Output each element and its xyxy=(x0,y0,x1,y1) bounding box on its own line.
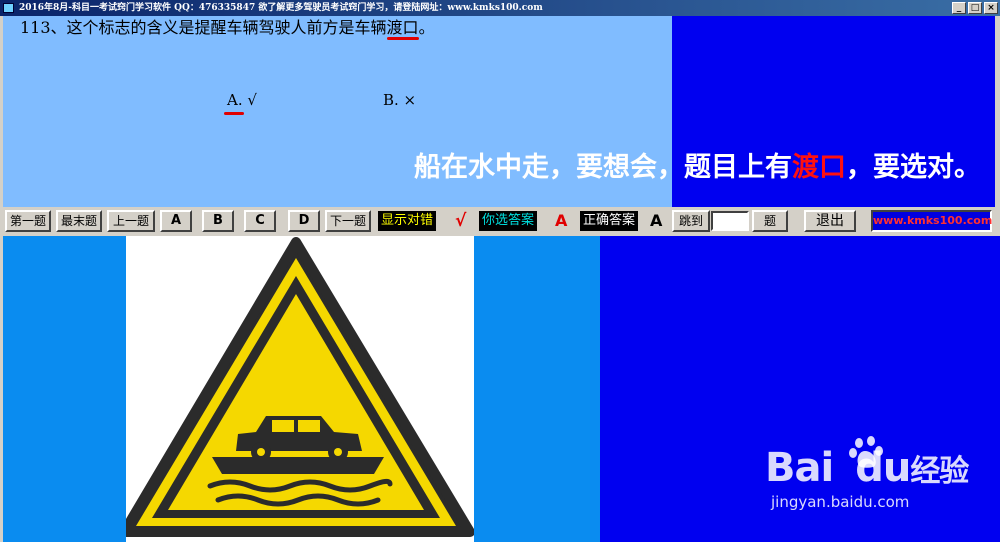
result-mark: √ xyxy=(455,211,467,231)
baidu-watermark: Bai du经验 jingyan.baidu.com xyxy=(765,435,985,515)
boat-hull-icon xyxy=(212,457,384,474)
window-controls: _ □ × xyxy=(952,2,998,14)
answer-b-button[interactable]: B xyxy=(202,210,234,232)
question-text-after: 。 xyxy=(418,18,435,37)
option-a-underline xyxy=(224,112,244,115)
your-answer-label: 你选答案 xyxy=(479,211,538,231)
jump-button[interactable]: 跳到 xyxy=(672,210,710,232)
close-button[interactable]: × xyxy=(984,2,998,14)
last-question-button[interactable]: 最末题 xyxy=(56,210,102,232)
your-answer-value: A xyxy=(555,211,568,230)
question-keyword: 渡口 xyxy=(386,18,419,37)
toolbar: 第一题 最末题 上一题 A B C D 下一题 显示对错 √ 你选答案 A 正确… xyxy=(0,207,1000,235)
previous-question-button[interactable]: 上一题 xyxy=(107,210,155,232)
middle-blue-block xyxy=(474,236,600,542)
app-icon xyxy=(3,3,14,13)
jump-number-input[interactable] xyxy=(711,211,749,231)
correct-answer-label: 正确答案 xyxy=(580,211,639,231)
show-result-label: 显示对错 xyxy=(378,211,437,231)
option-b[interactable]: B. × xyxy=(383,91,416,109)
answer-a-button[interactable]: A xyxy=(160,210,192,232)
baidu-logo: Bai du经验 xyxy=(765,445,969,491)
baidu-logo-tail: du xyxy=(855,445,911,491)
first-question-button[interactable]: 第一题 xyxy=(5,210,51,232)
question-text: 113、这个标志的含义是提醒车辆驾驶人前方是车辆渡口。 xyxy=(20,16,435,40)
correct-answer-value: A xyxy=(650,211,663,230)
sign-image-panel xyxy=(126,236,474,542)
question-text-before: 113、这个标志的含义是提醒车辆驾驶人前方是车辆 xyxy=(20,18,387,37)
title-bar: 2016年8月-科目一考试窍门学习软件 QQ：476335847 欲了解更多驾驶… xyxy=(0,0,1000,16)
answer-d-button[interactable]: D xyxy=(288,210,320,232)
left-blue-block xyxy=(3,236,126,542)
site-link[interactable]: www.kmks100.com xyxy=(871,210,992,232)
answer-c-button[interactable]: C xyxy=(244,210,276,232)
exit-button[interactable]: 退出 xyxy=(804,210,856,232)
ferry-warning-sign xyxy=(126,237,474,537)
window-title: 2016年8月-科目一考试窍门学习软件 QQ：476335847 欲了解更多驾驶… xyxy=(19,3,543,13)
mnemonic-after: ，要选对。 xyxy=(846,152,981,183)
baidu-url: jingyan.baidu.com xyxy=(771,493,910,511)
baidu-logo-text: Bai xyxy=(765,445,834,491)
question-suffix-button[interactable]: 题 xyxy=(752,210,788,232)
mnemonic-keyword: 渡口 xyxy=(792,152,846,183)
baidu-logo-cn: 经验 xyxy=(910,454,969,489)
minimize-button[interactable]: _ xyxy=(952,2,966,14)
maximize-button[interactable]: □ xyxy=(968,2,982,14)
mnemonic-text: 船在水中走，要想会，题目上有渡口，要选对。 xyxy=(414,145,981,184)
next-question-button[interactable]: 下一题 xyxy=(325,210,371,232)
option-a[interactable]: A. √ xyxy=(227,91,257,109)
mnemonic-before: 船在水中走，要想会，题目上有 xyxy=(414,152,792,183)
